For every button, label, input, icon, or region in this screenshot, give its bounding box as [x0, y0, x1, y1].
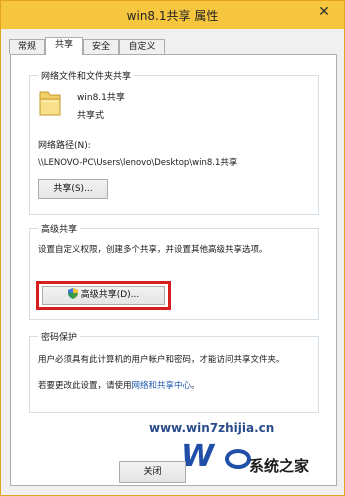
watermark-swoosh-icon: [225, 449, 251, 469]
watermark-logo-text: 系统之家: [249, 457, 310, 475]
network-sharing-center-link[interactable]: 网络和共享中心: [132, 381, 192, 391]
advanced-share-button-label: 高级共享(D)...: [80, 290, 140, 300]
advanced-share-legend: 高级共享: [38, 222, 81, 235]
tab-general[interactable]: 常规: [9, 39, 45, 54]
password-protection-group: 密码保护 用户必须具有此计算机的用户帐户和密码，才能访问共享文件夹。 若要更改此…: [29, 330, 319, 413]
title-bar: win8.1共享 属性 ✕: [1, 1, 344, 29]
share-button[interactable]: 共享(S)...: [38, 179, 108, 199]
tab-security[interactable]: 安全: [83, 39, 119, 54]
sharing-panel: 网络文件和文件夹共享 win8.1共享 共享式 网络路径(N): \\LENOV…: [10, 54, 337, 486]
advanced-share-description: 设置自定义权限，创建多个共享，并设置其他高级共享选项。: [38, 245, 268, 255]
close-icon[interactable]: ✕: [310, 2, 338, 22]
password-change-line: 若要更改此设置，请使用网络和共享中心。: [38, 379, 200, 391]
share-status: 共享式: [77, 111, 105, 121]
password-legend: 密码保护: [38, 330, 81, 343]
window-title: win8.1共享 属性: [126, 9, 219, 23]
network-share-group: 网络文件和文件夹共享 win8.1共享 共享式 网络路径(N): \\LENOV…: [29, 69, 319, 215]
password-change-prefix: 若要更改此设置，请使用: [38, 381, 132, 391]
properties-dialog: win8.1共享 属性 ✕ 常规 共享 安全 自定义 网络文件和文件夹共享 wi…: [0, 0, 345, 496]
folder-icon: [39, 91, 61, 116]
close-button[interactable]: 关闭: [119, 461, 186, 483]
watermark-url: www.win7zhijia.cn: [149, 421, 275, 435]
password-change-suffix: 。: [191, 381, 200, 391]
tab-sharing[interactable]: 共享: [45, 37, 83, 55]
folder-name: win8.1共享: [77, 93, 125, 103]
advanced-share-button[interactable]: 高级共享(D)...: [42, 286, 165, 305]
password-description: 用户必须具有此计算机的用户帐户和密码，才能访问共享文件夹。: [38, 355, 285, 365]
network-share-legend: 网络文件和文件夹共享: [38, 69, 135, 82]
network-path-value: \\LENOVO-PC\Users\lenovo\Desktop\win8.1共…: [38, 158, 238, 168]
advanced-share-group: 高级共享 设置自定义权限，创建多个共享，并设置其他高级共享选项。 高级共享(D)…: [29, 222, 319, 320]
network-path-label: 网络路径(N):: [38, 141, 91, 151]
uac-shield-icon: [67, 288, 78, 299]
tab-customize[interactable]: 自定义: [119, 39, 165, 54]
